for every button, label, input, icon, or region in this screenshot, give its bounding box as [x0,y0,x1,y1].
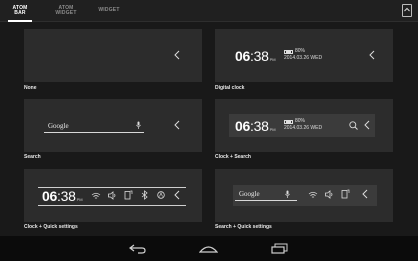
search-icon [349,121,358,130]
option-clock-quick-settings[interactable]: 06:38 PM [24,169,202,222]
battery-icon [284,49,293,54]
tab-atom-bar-label: ATOM BAR [12,4,28,16]
clock-minute: 38 [253,118,269,134]
battery-icon [284,119,293,124]
app-root: ATOM BAR ATOM WIDGET WIDGET None 06:38 P… [0,0,418,261]
option-grid: None 06:38 PM 80% 2014.03.26 WED Digital… [0,22,418,236]
clock-ampm: PM [269,127,276,132]
option-search-quick-settings[interactable]: Google [215,169,393,222]
brightness-icon[interactable] [156,190,166,200]
battery-level: 80% [295,48,306,54]
clock-display: 06:38 PM [235,118,276,134]
clock-hour: 06 [42,188,57,204]
chevron-left-icon [174,190,180,200]
clock-minute: 38 [60,188,76,204]
tab-atom-widget[interactable]: ATOM WIDGET [48,0,84,22]
clock-hour: 06 [235,118,250,134]
sound-icon[interactable] [325,190,333,199]
mic-icon [285,190,290,198]
option-search-quick-settings-caption: Search + Quick settings [215,224,272,230]
bluetooth-icon[interactable] [141,190,149,200]
clock-display: 06:38 PM [42,188,83,204]
clock-minute: 38 [253,48,269,64]
home-icon[interactable] [199,244,218,253]
option-search[interactable]: Google [24,99,202,152]
clock-display: 06:38 PM [235,48,276,64]
date-text: 2014.03.26 [284,55,310,61]
option-none-caption: None [24,85,37,91]
date-block: 80% 2014.03.26 WED [284,118,322,132]
tab-atom-widget-label: ATOM WIDGET [55,4,77,16]
mini-window-icon [404,7,410,12]
chevron-left-icon [174,120,180,130]
tab-widget[interactable]: WIDGET [92,0,126,22]
weekday-text: WED [310,125,323,131]
chevron-left-icon [174,50,180,60]
date-block: 80% 2014.03.26 WED [284,48,322,62]
chevron-left-icon [369,50,375,60]
bottom-rule [38,205,186,206]
recents-icon[interactable] [271,243,288,254]
system-nav-bar [0,236,418,261]
search-underline [44,132,144,133]
clock-ampm: PM [76,197,83,202]
option-none[interactable] [24,29,202,82]
back-icon[interactable] [129,243,147,254]
wifi-icon[interactable] [91,192,101,200]
option-search-caption: Search [24,154,41,160]
mic-icon [136,121,141,129]
rotation-lock-icon[interactable] [124,190,133,200]
wifi-icon[interactable] [308,191,318,199]
clock-ampm: PM [269,57,276,62]
date-text: 2014.03.26 [284,125,310,131]
tab-widget-label: WIDGET [98,7,120,14]
clock-hour: 06 [235,48,250,64]
battery-level: 80% [295,118,306,124]
sound-icon[interactable] [108,191,116,200]
option-clock-search-caption: Clock + Search [215,154,251,160]
rotation-lock-icon[interactable] [341,189,350,199]
weekday-text: WED [310,55,323,61]
option-clock-quick-settings-caption: Clock + Quick settings [24,224,78,230]
search-underline [235,200,297,201]
option-clock-search[interactable]: 06:38 PM 80% 2014.03.26 WED [215,99,393,152]
search-google-text: Google [239,190,260,198]
option-digital-clock-caption: Digital clock [215,85,245,91]
option-digital-clock[interactable]: 06:38 PM 80% 2014.03.26 WED [215,29,393,82]
tab-bar: ATOM BAR ATOM WIDGET WIDGET [0,0,418,22]
tab-atom-bar[interactable]: ATOM BAR [4,0,36,22]
chevron-left-icon [362,189,368,199]
search-google-text: Google [48,122,69,130]
chevron-left-icon [364,120,370,130]
mini-window-button[interactable] [402,4,412,17]
